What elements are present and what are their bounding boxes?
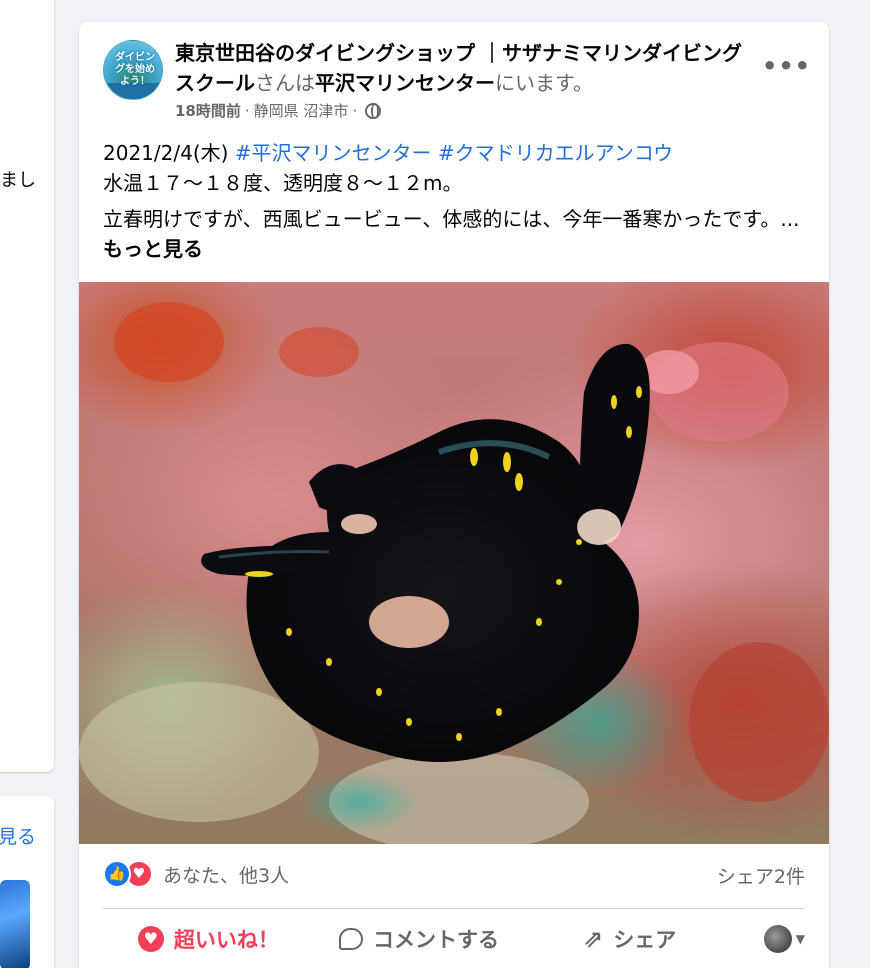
post-photo[interactable]: [79, 282, 829, 844]
profile-avatar: [763, 925, 792, 953]
hashtag-link[interactable]: #平沢マリンセンター: [235, 141, 432, 165]
post-line-1: 2021/2/4(木) #平沢マリンセンター #クマドリカエルアンコウ 水温１７…: [103, 138, 813, 198]
body-text: 立春明けですが、西風ビュービュー、体感的には、今年一番寒かったです。...: [103, 207, 800, 231]
action-divider: [103, 908, 805, 909]
left-sidebar-card: まし: [0, 0, 54, 772]
share-button[interactable]: ⇗ シェア: [524, 915, 735, 963]
see-more-link[interactable]: 見る: [0, 822, 36, 849]
love-label: 超いいね！: [173, 928, 279, 952]
post-actions: 超いいね！ コメントする ⇗ シェア ▼: [103, 914, 805, 964]
see-more-button[interactable]: もっと見る: [103, 237, 203, 261]
like-reaction-icon: 👍: [103, 860, 131, 888]
meta-separator-2: ·: [352, 101, 358, 120]
globe-icon[interactable]: [365, 102, 382, 119]
is-at-text: さんは: [255, 71, 315, 95]
heart-icon: [137, 926, 164, 952]
frogfish-photo-art: [79, 302, 829, 844]
feed-post: ダイビングを始めよう！ 東京世田谷のダイビングショップ ｜サザナミマリンダイビン…: [79, 22, 829, 968]
date-text: 2021/2/4(木): [103, 141, 235, 165]
reaction-summary[interactable]: 👍 ♥ あなた、他3人: [103, 860, 289, 888]
post-line-2: 立春明けですが、西風ビュービュー、体感的には、今年一番寒かったです。... もっ…: [103, 204, 813, 264]
share-label: シェア: [613, 928, 677, 952]
love-button[interactable]: 超いいね！: [103, 915, 314, 963]
facebook-feed: まし 見る ダイビングを始めよう！ 東京世田谷のダイビングショップ ｜サザナミマ…: [0, 0, 870, 968]
post-as-selector[interactable]: ▼: [735, 925, 805, 953]
meta-separator: ·: [244, 101, 250, 120]
timestamp-link[interactable]: 18時間前: [175, 100, 241, 121]
place-link[interactable]: 静岡県 沼津市: [254, 100, 349, 121]
page-avatar[interactable]: ダイビングを始めよう！: [103, 40, 163, 100]
reaction-names[interactable]: あなた、他3人: [163, 861, 289, 888]
share-count[interactable]: シェア2件: [717, 862, 805, 889]
share-arrow-icon: ⇗: [583, 925, 604, 953]
location-link[interactable]: 平沢マリンセンター: [315, 71, 495, 95]
comment-button[interactable]: コメントする: [314, 915, 525, 963]
hashtag-link[interactable]: #クマドリカエルアンコウ: [438, 141, 673, 165]
at-suffix-text: にいます。: [495, 71, 593, 95]
comment-label: コメントする: [373, 928, 499, 952]
comment-icon: [339, 928, 363, 950]
caret-down-icon: ▼: [795, 932, 806, 946]
avatar-text: ダイビングを始めよう！: [115, 52, 155, 87]
more-options-button[interactable]: •••: [762, 52, 810, 84]
cropped-text: まし: [0, 170, 36, 191]
post-header: 東京世田谷のダイビングショップ ｜サザナミマリンダイビングスクールさんは平沢マリ…: [175, 38, 755, 98]
thumbnail-image[interactable]: [0, 880, 30, 968]
post-meta: 18時間前 · 静岡県 沼津市 ·: [175, 100, 382, 121]
left-sidebar-card-2: 見る: [0, 796, 54, 968]
post-body: 2021/2/4(木) #平沢マリンセンター #クマドリカエルアンコウ 水温１７…: [103, 138, 813, 270]
water-condition-text: 水温１７～１８度、透明度８～１２m。: [103, 171, 463, 195]
